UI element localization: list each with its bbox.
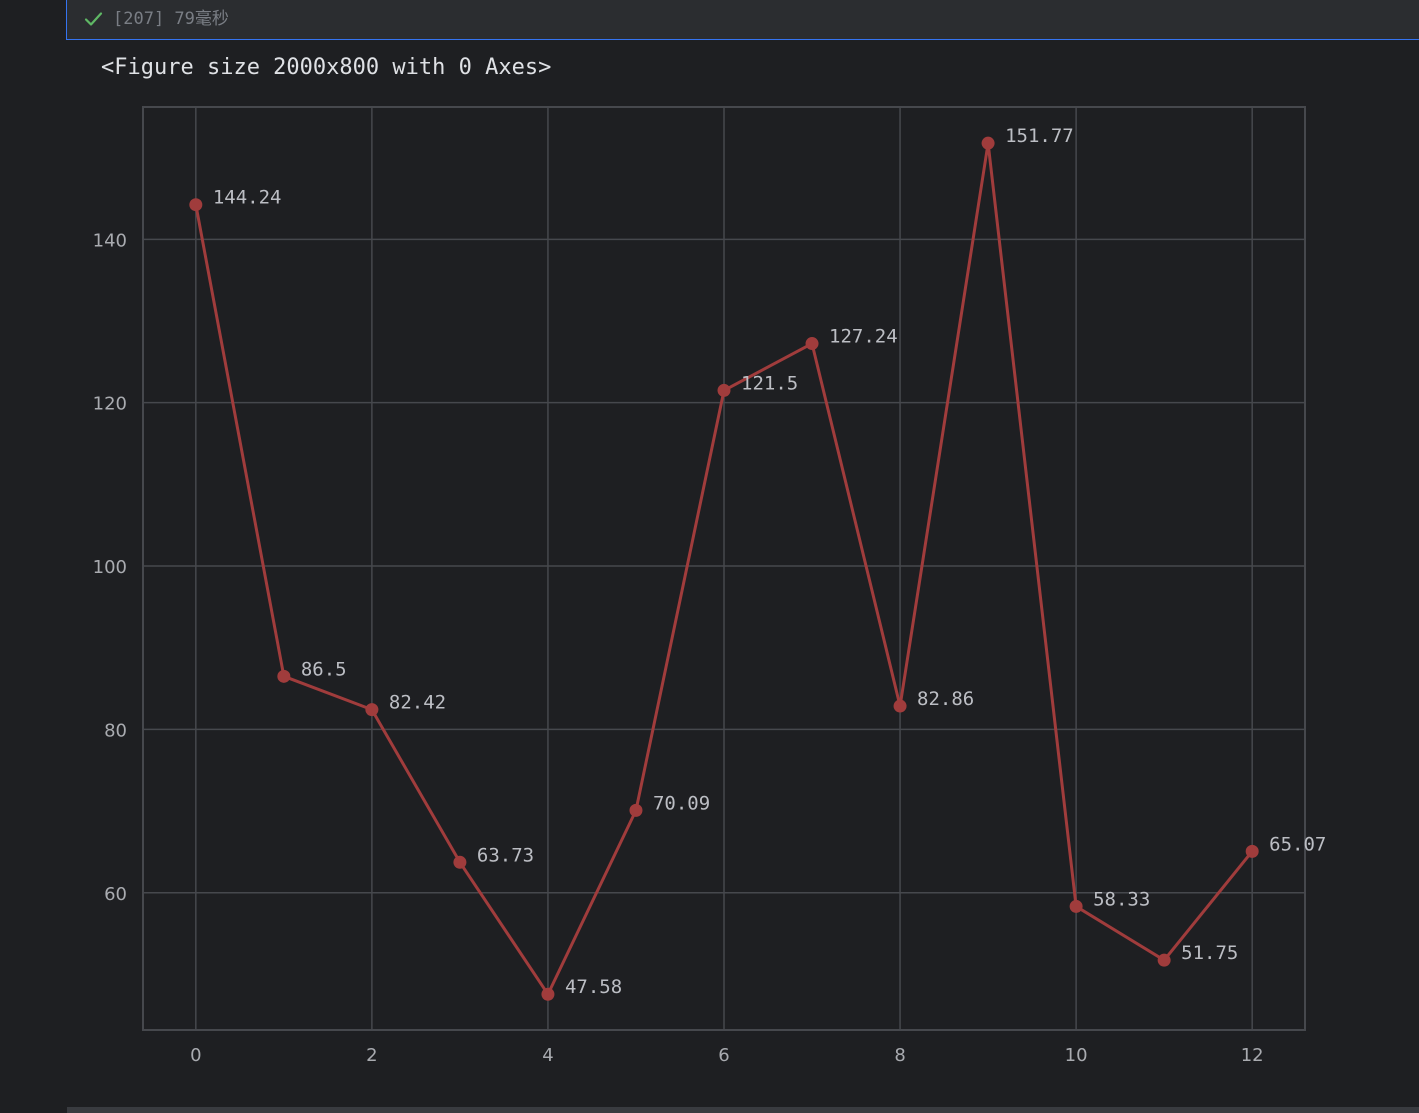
data-label: 47.58 [565,976,622,998]
data-point [893,699,907,713]
data-label: 58.33 [1093,888,1150,910]
data-label: 63.73 [477,844,534,866]
data-point [541,987,555,1001]
data-label: 65.07 [1269,833,1326,855]
x-tick-label: 10 [1065,1045,1088,1066]
data-point [629,803,643,817]
cell-execution-header[interactable]: [207] 79毫秒 [66,0,1419,40]
data-point [277,669,291,683]
check-icon [83,9,103,29]
line-chart: 0 2 4 6 8 10 12 60 80 100 120 140 144.24 86.5 82.42 63.… [93,106,1326,1066]
x-tick-label: 6 [718,1045,729,1066]
data-label: 121.5 [741,372,798,394]
data-label: 151.77 [1005,125,1074,147]
y-tick-label: 60 [104,884,127,905]
cell-output: <Figure size 2000x800 with 0 Axes> 02468… [67,41,1419,1107]
editor-gutter [0,0,66,1113]
data-point [981,136,995,150]
x-tick-label: 8 [894,1045,905,1066]
y-tick-label: 120 [93,394,127,415]
data-point [453,855,467,869]
data-label: 51.75 [1181,942,1238,964]
execution-count-label: [207] 79毫秒 [113,9,229,29]
data-point [805,337,819,351]
y-tick-label: 140 [93,230,127,251]
data-label: 144.24 [213,187,282,209]
data-label: 82.86 [917,688,974,710]
data-point [717,383,731,397]
x-tick-label: 4 [542,1045,553,1066]
x-tick-label: 2 [366,1045,377,1066]
data-point [365,703,379,717]
data-label: 86.5 [301,658,347,680]
data-point [1069,899,1083,913]
x-tick-label: 0 [190,1045,201,1066]
data-label: 70.09 [653,792,710,814]
output-bottom-bar [67,1107,1419,1113]
data-point [189,198,203,212]
x-tick-label: 12 [1241,1045,1264,1066]
data-point [1245,844,1259,858]
y-tick-label: 100 [93,557,127,578]
data-label: 82.42 [389,692,446,714]
data-point [1157,953,1171,967]
data-label: 127.24 [829,326,898,348]
y-tick-label: 80 [104,720,127,741]
